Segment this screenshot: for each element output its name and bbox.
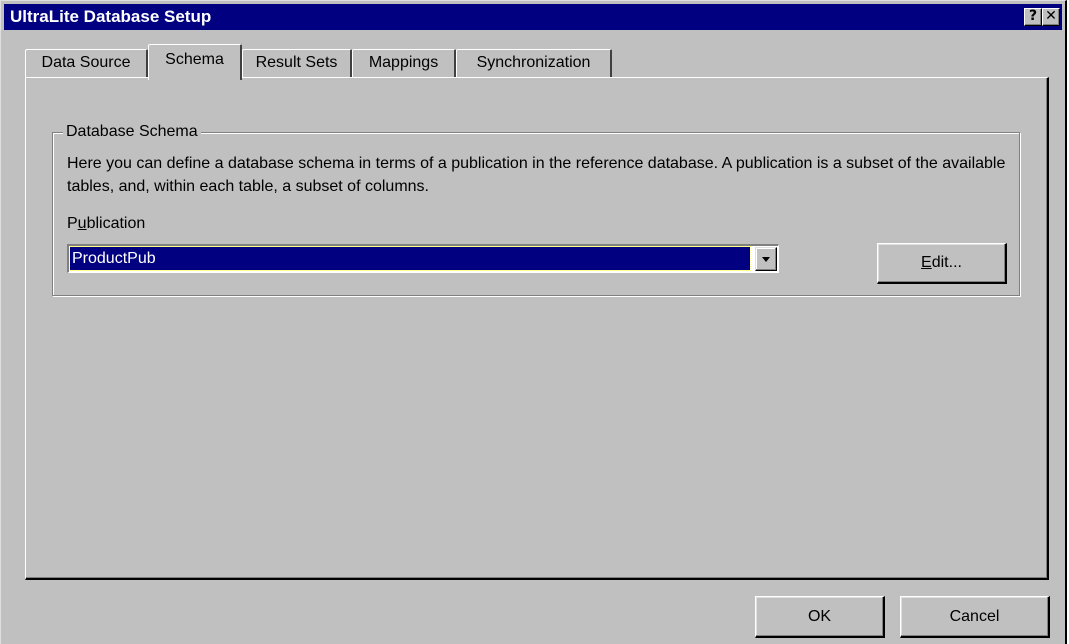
window-title: UltraLite Database Setup — [10, 7, 212, 26]
cancel-button[interactable]: Cancel — [900, 596, 1050, 638]
publication-dropdown[interactable]: ProductPub — [67, 244, 779, 273]
edit-label: dit... — [931, 254, 962, 271]
tab-label: Synchronization — [476, 54, 591, 71]
publication-label-pre: P — [67, 215, 78, 232]
ok-button[interactable]: OK — [755, 596, 885, 638]
dialog-window: UltraLite Database Setup ? ✕ Data Source… — [0, 0, 1067, 644]
help-button[interactable]: ? — [1024, 8, 1042, 26]
tab-label: Data Source — [41, 54, 131, 71]
title-bar[interactable]: UltraLite Database Setup ? ✕ — [4, 4, 1062, 30]
schema-tab-panel: Database Schema Here you can define a da… — [25, 77, 1049, 580]
schema-description: Here you can define a database schema in… — [67, 155, 1006, 195]
group-title: Database Schema — [63, 122, 201, 142]
dropdown-arrow-icon[interactable] — [755, 247, 777, 271]
tab-schema[interactable]: Schema — [148, 44, 242, 80]
question-mark-icon: ? — [1028, 8, 1038, 24]
edit-accel: E — [921, 254, 932, 271]
publication-selected-value: ProductPub — [69, 246, 751, 271]
tab-synchronization[interactable]: Synchronization — [456, 49, 612, 77]
close-button[interactable]: ✕ — [1042, 8, 1060, 26]
tab-label: Schema — [165, 51, 224, 68]
database-schema-group: Database Schema Here you can define a da… — [52, 122, 1020, 296]
tab-label: Mappings — [368, 54, 439, 71]
publication-label-accel: u — [77, 215, 87, 232]
tab-mappings[interactable]: Mappings — [352, 49, 456, 77]
tab-result-sets[interactable]: Result Sets — [242, 49, 352, 77]
publication-label-post: blication — [86, 215, 146, 232]
publication-label: Publication — [67, 215, 145, 233]
tab-label: Result Sets — [255, 54, 338, 71]
edit-button[interactable]: Edit... — [877, 243, 1007, 284]
tab-data-source[interactable]: Data Source — [25, 49, 148, 77]
close-icon: ✕ — [1045, 8, 1057, 24]
